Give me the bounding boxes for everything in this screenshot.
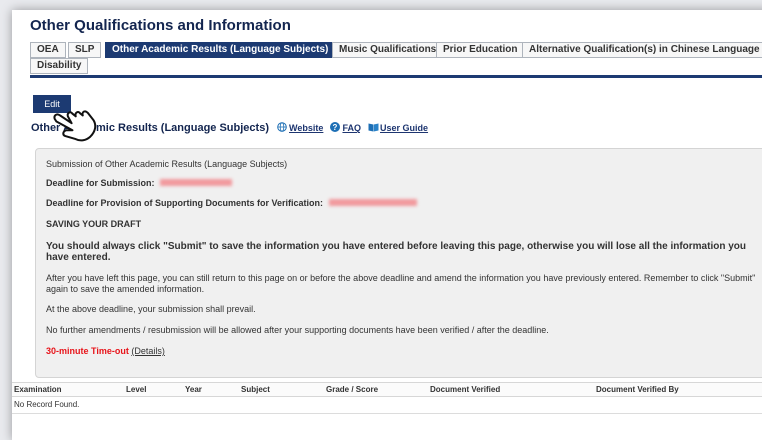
- tab-oea[interactable]: OEA: [30, 42, 66, 58]
- col-grade-score: Grade / Score: [326, 385, 379, 394]
- timeout-label: 30-minute Time-out: [46, 346, 129, 356]
- tab-music-qualifications[interactable]: Music Qualifications: [332, 42, 444, 58]
- submission-info-panel: Submission of Other Academic Results (La…: [35, 148, 762, 378]
- page-title: Other Qualifications and Information: [30, 17, 291, 34]
- table-header: Examination Level Year Subject Grade / S…: [12, 382, 762, 397]
- tab-prior-education[interactable]: Prior Education: [436, 42, 525, 58]
- panel-title: Submission of Other Academic Results (La…: [46, 159, 288, 169]
- tab-acl[interactable]: Alternative Qualification(s) in Chinese …: [522, 42, 762, 58]
- timeout-line: 30-minute Time-out (Details): [46, 346, 762, 357]
- user-guide-link[interactable]: User Guide: [380, 123, 428, 133]
- deadline-submission-label: Deadline for Submission:: [46, 178, 155, 188]
- tab-slp[interactable]: SLP: [68, 42, 102, 58]
- tab-disability[interactable]: Disability: [30, 58, 89, 74]
- col-document-verified-by: Document Verified By: [596, 385, 679, 394]
- return-note: After you have left this page, you can s…: [46, 273, 756, 294]
- hand-pointer-icon: [49, 100, 103, 146]
- col-document-verified: Document Verified: [430, 385, 501, 394]
- col-subject: Subject: [241, 385, 270, 394]
- tab-other-academic-results[interactable]: Other Academic Results (Language Subject…: [105, 42, 336, 58]
- faq-link[interactable]: FAQ: [342, 123, 361, 133]
- submit-warning: You should always click "Submit" to save…: [46, 241, 746, 263]
- table-divider: [12, 413, 762, 414]
- main-window: Other Qualifications and Information OEA…: [12, 10, 762, 440]
- deadline-submission: Deadline for Submission:: [46, 178, 762, 189]
- book-icon[interactable]: [368, 122, 379, 132]
- help-icon[interactable]: ?: [330, 122, 341, 132]
- details-link[interactable]: (Details): [131, 346, 165, 356]
- prevail-note: At the above deadline, your submission s…: [46, 304, 256, 314]
- deadline-documents-label: Deadline for Provision of Supporting Doc…: [46, 198, 324, 208]
- globe-icon[interactable]: [277, 122, 287, 132]
- tab-bar-divider: [30, 75, 762, 78]
- saving-draft-heading: SAVING YOUR DRAFT: [46, 219, 142, 229]
- col-examination: Examination: [14, 385, 62, 394]
- deadline-documents: Deadline for Provision of Supporting Doc…: [46, 198, 762, 209]
- svg-text:?: ?: [333, 123, 338, 132]
- col-year: Year: [185, 385, 202, 394]
- no-record-message: No Record Found.: [14, 400, 80, 409]
- redacted-date: [328, 199, 417, 206]
- website-link[interactable]: Website: [289, 123, 323, 133]
- redacted-date: [160, 179, 233, 186]
- no-amendment-note: No further amendments / resubmission wil…: [46, 325, 549, 335]
- col-level: Level: [126, 385, 147, 394]
